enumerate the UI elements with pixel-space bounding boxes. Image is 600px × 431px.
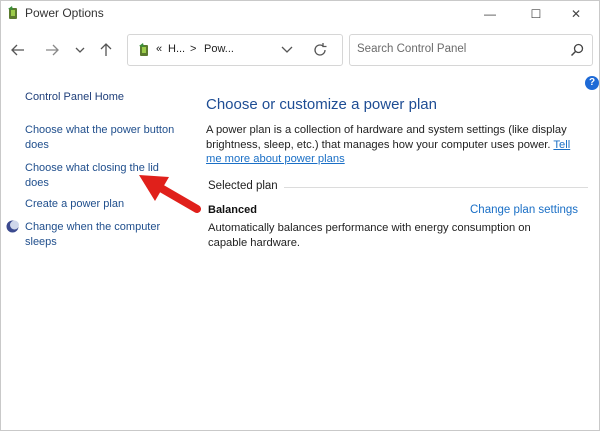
page-description: A power plan is a collection of hardware… (206, 123, 588, 167)
annotation-arrow (139, 175, 201, 213)
change-plan-settings-link[interactable]: Change plan settings (470, 204, 578, 216)
power-options-window: Power Options — ☐ ✕ « H... > Pow... Sear… (0, 0, 600, 431)
title-bar: Power Options — ☐ ✕ (1, 1, 599, 26)
address-overflow[interactable]: « (156, 43, 162, 55)
power-options-icon (8, 6, 17, 19)
help-button[interactable]: ? (585, 76, 599, 90)
up-button[interactable] (95, 40, 117, 60)
plan-description: Automatically balances performance with … (208, 222, 531, 249)
recent-pages-icon (75, 47, 85, 53)
minimize-icon: — (484, 6, 496, 21)
description-text: A power plan is a collection of hardware… (206, 124, 567, 151)
navigation-bar: « H... > Pow... Search Control Panel (1, 31, 599, 69)
section-divider (284, 187, 588, 188)
search-icon[interactable] (569, 42, 585, 58)
search-input[interactable]: Search Control Panel (357, 43, 466, 55)
chevron-down-icon[interactable] (280, 44, 294, 56)
power-button-link[interactable]: Choose what the power button does (25, 123, 185, 153)
minimize-button[interactable]: — (467, 1, 513, 26)
window-title: Power Options (25, 6, 104, 20)
breadcrumb-hardware[interactable]: H... (168, 43, 185, 55)
up-arrow-icon (100, 43, 112, 56)
breadcrumb-separator: > (190, 43, 197, 55)
help-icon: ? (588, 77, 596, 88)
refresh-icon[interactable] (312, 42, 328, 58)
close-button[interactable]: ✕ (553, 1, 599, 26)
back-button[interactable] (7, 40, 29, 60)
address-bar[interactable]: « H... > Pow... (127, 34, 343, 66)
sleep-moon-icon (6, 220, 19, 233)
computer-sleeps-link[interactable]: Change when the computer sleeps (25, 220, 175, 250)
search-box[interactable]: Search Control Panel (349, 34, 593, 66)
forward-arrow-icon (46, 44, 59, 56)
maximize-icon: ☐ (530, 6, 542, 21)
selected-plan-label: Selected plan (208, 180, 278, 192)
back-arrow-icon (11, 44, 24, 56)
plan-name: Balanced (208, 204, 257, 216)
breadcrumb-power-options[interactable]: Pow... (204, 43, 234, 55)
forward-button[interactable] (41, 40, 63, 60)
close-icon: ✕ (570, 6, 582, 21)
page-title: Choose or customize a power plan (206, 96, 437, 113)
control-panel-home-link[interactable]: Control Panel Home (25, 90, 124, 105)
recent-pages-button[interactable] (69, 40, 91, 60)
power-options-icon (139, 43, 148, 56)
